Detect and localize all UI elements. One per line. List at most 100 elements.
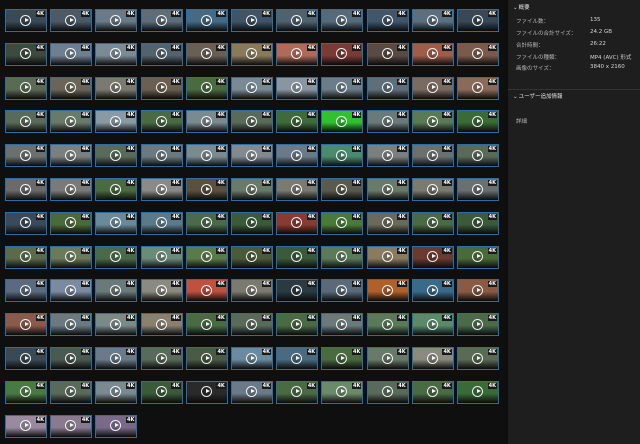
video-thumbnail[interactable]: 4K [185,144,228,168]
video-thumbnail[interactable]: 4K [276,380,319,404]
video-thumbnail[interactable]: 4K [457,211,499,235]
video-thumbnail[interactable]: 4K [366,110,409,134]
video-thumbnail[interactable]: 4K [50,313,93,337]
video-thumbnail[interactable]: 4K [50,76,93,100]
video-thumbnail[interactable]: 4K [5,380,47,404]
video-thumbnail[interactable]: 4K [140,42,183,66]
video-thumbnail[interactable]: 4K [231,110,273,134]
video-thumbnail[interactable]: 4K [95,211,138,235]
video-thumbnail[interactable]: 4K [231,211,273,235]
video-thumbnail[interactable]: 4K [50,144,93,168]
video-thumbnail[interactable]: 4K [321,380,364,404]
video-thumbnail[interactable]: 4K [366,178,409,201]
video-thumbnail[interactable]: 4K [231,42,273,66]
video-thumbnail[interactable]: 4K [411,42,454,66]
video-thumbnail[interactable]: 4K [140,9,183,32]
video-thumbnail[interactable]: 4K [411,380,454,404]
video-thumbnail[interactable]: 4K [321,245,364,269]
video-thumbnail[interactable]: 4K [185,380,228,404]
video-thumbnail[interactable]: 4K [276,144,319,168]
video-thumbnail[interactable]: 4K [276,245,319,269]
video-thumbnail[interactable]: 4K [411,178,454,201]
video-thumbnail[interactable]: 4K [276,347,319,370]
video-thumbnail[interactable]: 4K [50,347,93,370]
video-thumbnail[interactable]: 4K [231,279,273,303]
video-thumbnail[interactable]: 4K [95,313,138,337]
video-thumbnail[interactable]: 4K [185,347,228,370]
video-thumbnail[interactable]: 4K [457,313,499,337]
video-thumbnail[interactable]: 4K [231,313,273,337]
video-thumbnail[interactable]: 4K [5,76,47,100]
video-thumbnail[interactable]: 4K [95,76,138,100]
video-thumbnail[interactable]: 4K [457,42,499,66]
video-thumbnail[interactable]: 4K [5,9,47,32]
video-thumbnail[interactable]: 4K [321,144,364,168]
video-thumbnail[interactable]: 4K [321,110,364,134]
video-thumbnail[interactable]: 4K [276,178,319,201]
video-thumbnail[interactable]: 4K [50,380,93,404]
video-thumbnail[interactable]: 4K [50,110,93,134]
video-thumbnail[interactable]: 4K [185,76,228,100]
video-thumbnail[interactable]: 4K [366,347,409,370]
video-thumbnail[interactable]: 4K [140,110,183,134]
video-thumbnail[interactable]: 4K [5,144,47,168]
thumbnail-grid[interactable]: 4K 4K 4K 4K 4K 4K 4K 4K 4K 4K 4K 4K 4K 4K 4K 4K 4K 4K 4K 4K… [0,0,508,444]
video-thumbnail[interactable]: 4K [321,9,364,32]
video-thumbnail[interactable]: 4K [140,211,183,235]
video-thumbnail[interactable]: 4K [185,42,228,66]
video-thumbnail[interactable]: 4K [411,313,454,337]
video-thumbnail[interactable]: 4K [95,144,138,168]
video-thumbnail[interactable]: 4K [50,178,93,201]
video-thumbnail[interactable]: 4K [457,178,499,201]
video-thumbnail[interactable]: 4K [457,279,499,303]
video-thumbnail[interactable]: 4K [185,211,228,235]
video-thumbnail[interactable]: 4K [366,144,409,168]
video-thumbnail[interactable]: 4K [140,313,183,337]
video-thumbnail[interactable]: 4K [185,279,228,303]
video-thumbnail[interactable]: 4K [185,110,228,134]
video-thumbnail[interactable]: 4K [411,245,454,269]
video-thumbnail[interactable]: 4K [411,76,454,100]
video-thumbnail[interactable]: 4K [276,9,319,32]
video-thumbnail[interactable]: 4K [185,178,228,201]
video-thumbnail[interactable]: 4K [95,42,138,66]
video-thumbnail[interactable]: 4K [5,42,47,66]
video-thumbnail[interactable]: 4K [231,380,273,404]
video-thumbnail[interactable]: 4K [5,245,47,269]
video-thumbnail[interactable]: 4K [5,110,47,134]
video-thumbnail[interactable]: 4K [231,9,273,32]
video-thumbnail[interactable]: 4K [276,76,319,100]
video-thumbnail[interactable]: 4K [185,313,228,337]
video-thumbnail[interactable]: 4K [411,9,454,32]
video-thumbnail[interactable]: 4K [95,347,138,370]
video-thumbnail[interactable]: 4K [140,347,183,370]
video-thumbnail[interactable]: 4K [95,414,138,438]
video-thumbnail[interactable]: 4K [140,178,183,201]
video-thumbnail[interactable]: 4K [50,211,93,235]
video-thumbnail[interactable]: 4K [321,76,364,100]
video-thumbnail[interactable]: 4K [185,9,228,32]
video-thumbnail[interactable]: 4K [457,245,499,269]
video-thumbnail[interactable]: 4K [366,245,409,269]
video-thumbnail[interactable]: 4K [366,211,409,235]
video-thumbnail[interactable]: 4K [140,279,183,303]
video-thumbnail[interactable]: 4K [95,178,138,201]
video-thumbnail[interactable]: 4K [321,347,364,370]
video-thumbnail[interactable]: 4K [411,110,454,134]
video-thumbnail[interactable]: 4K [457,76,499,100]
video-thumbnail[interactable]: 4K [321,211,364,235]
video-thumbnail[interactable]: 4K [457,144,499,168]
video-thumbnail[interactable]: 4K [231,245,273,269]
video-thumbnail[interactable]: 4K [276,313,319,337]
video-thumbnail[interactable]: 4K [276,211,319,235]
video-thumbnail[interactable]: 4K [95,245,138,269]
video-thumbnail[interactable]: 4K [366,76,409,100]
video-thumbnail[interactable]: 4K [457,9,499,32]
video-thumbnail[interactable]: 4K [50,9,93,32]
video-thumbnail[interactable]: 4K [411,211,454,235]
video-thumbnail[interactable]: 4K [366,380,409,404]
video-thumbnail[interactable]: 4K [276,110,319,134]
video-thumbnail[interactable]: 4K [5,211,47,235]
video-thumbnail[interactable]: 4K [411,279,454,303]
overview-section-header[interactable]: ⌄概要 [513,3,530,11]
